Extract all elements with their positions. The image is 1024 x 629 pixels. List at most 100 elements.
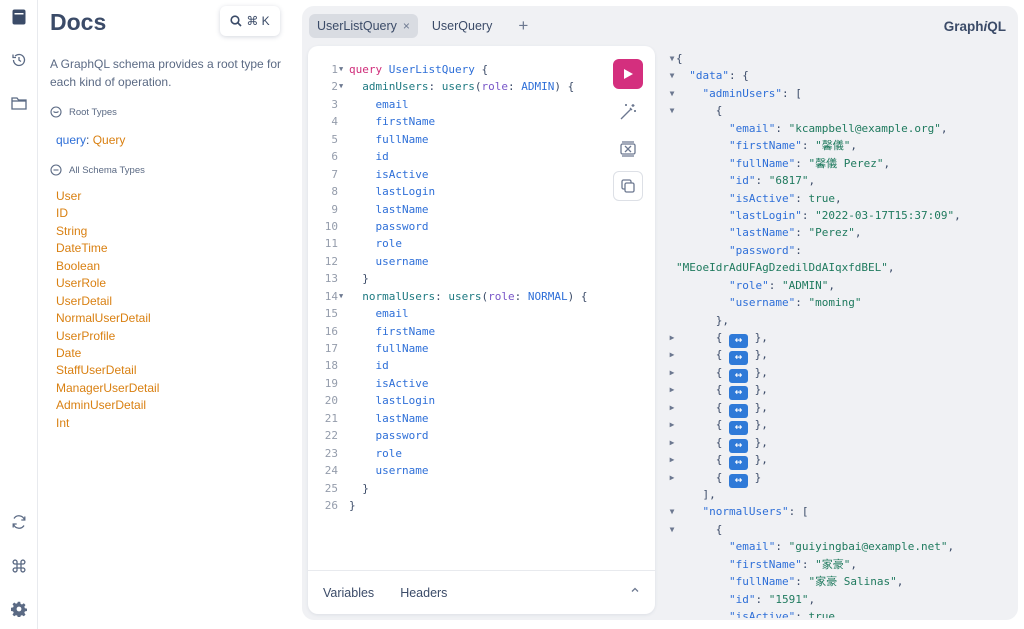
- explorer-icon[interactable]: [0, 90, 38, 116]
- result-text: "lastName": "Perez",: [728, 226, 862, 240]
- docs-icon[interactable]: [0, 4, 38, 30]
- result-line: "isActive": true,: [666, 608, 1018, 618]
- schema-type-link[interactable]: UserRole: [56, 275, 159, 292]
- json-token: "id": [728, 592, 756, 606]
- schema-type-link[interactable]: AdminUserDetail: [56, 397, 159, 414]
- result-text: "fullName": "家豪 Salinas",: [728, 575, 904, 589]
- line-number: 8: [331, 185, 338, 199]
- settings-icon[interactable]: [0, 596, 38, 622]
- schema-type-link[interactable]: NormalUserDetail: [56, 310, 159, 327]
- code-text: lastLogin: [349, 392, 436, 409]
- code-text: email: [349, 96, 409, 113]
- execute-query-button[interactable]: [613, 59, 643, 89]
- json-token: "id": [728, 174, 756, 188]
- schema-type-link[interactable]: Date: [56, 345, 159, 362]
- json-token: "lastName": [728, 226, 796, 240]
- result-text: "id": "1591",: [728, 592, 816, 606]
- prettify-button[interactable]: [613, 97, 643, 127]
- code-token: firstName: [375, 324, 436, 338]
- schema-type-link[interactable]: Boolean: [56, 258, 159, 275]
- json-token: "ADMIN": [781, 278, 829, 292]
- result-line: ▶ { ↔ },: [666, 329, 1018, 348]
- result-line: "email": "kcampbell@example.org",: [666, 120, 1018, 137]
- result-line: ▶ { ↔ },: [666, 399, 1018, 418]
- line-number: 26: [324, 498, 338, 512]
- code-token: fullName: [375, 342, 429, 355]
- response-viewer[interactable]: ▼{▼ "data": {▼ "adminUsers": [▼ { "email…: [666, 50, 1018, 618]
- merge-fragments-button[interactable]: [613, 134, 643, 164]
- chevron-up-icon[interactable]: [629, 584, 641, 596]
- json-token: "moming": [808, 296, 862, 310]
- schema-type-link[interactable]: ID: [56, 205, 159, 222]
- code-text: }: [349, 480, 369, 497]
- json-token: "fullName": [728, 156, 796, 170]
- code-token: users: [448, 289, 482, 303]
- schema-type-link[interactable]: UserProfile: [56, 328, 159, 345]
- json-token: "6817": [768, 174, 809, 188]
- code-token: adminUsers: [362, 80, 429, 94]
- logo-text-suffix: QL: [987, 19, 1006, 34]
- schema-type-link[interactable]: User: [56, 188, 159, 205]
- schema-type-link[interactable]: DateTime: [56, 240, 159, 257]
- code-token: role: [375, 237, 403, 251]
- code-token: lastName: [375, 202, 429, 216]
- code-token: normalUsers: [362, 289, 436, 303]
- schema-type-link[interactable]: UserDetail: [56, 293, 159, 310]
- code-token: isActive: [375, 376, 429, 390]
- variables-tab[interactable]: Variables: [323, 586, 374, 600]
- line-number: 25: [324, 481, 338, 495]
- result-text: {: [715, 522, 723, 536]
- result-line: "username": "moming": [666, 294, 1018, 311]
- graphiql-logo: GraphiQL: [944, 19, 1006, 34]
- result-line: "email": "guiyingbai@example.net",: [666, 538, 1018, 555]
- result-text: "normalUsers": [: [702, 505, 809, 519]
- docs-search-button[interactable]: ⌘ K: [220, 6, 280, 36]
- tab-userlistquery[interactable]: UserListQuery ×: [309, 14, 418, 38]
- result-line: "lastLogin": "2022-03-17T15:37:09",: [666, 207, 1018, 224]
- result-line: ▶ { ↔ },: [666, 451, 1018, 471]
- json-token: "firstName": [728, 557, 802, 571]
- code-text: isActive: [349, 375, 429, 392]
- code-token: email: [375, 97, 409, 111]
- schema-type-link[interactable]: String: [56, 223, 159, 240]
- tab-userquery[interactable]: UserQuery: [424, 14, 500, 38]
- root-value-link[interactable]: Query: [93, 133, 126, 147]
- result-line: },: [666, 312, 1018, 329]
- docs-title: Docs: [50, 9, 107, 35]
- line-number: 24: [324, 464, 338, 478]
- shortcuts-icon[interactable]: [0, 553, 38, 579]
- schema-type-link[interactable]: ManagerUserDetail: [56, 380, 159, 397]
- schema-type-link[interactable]: Int: [56, 415, 159, 432]
- line-number: 16: [324, 324, 338, 338]
- code-token: }: [362, 272, 369, 286]
- query-editor[interactable]: 1 ▼ query UserListQuery {2 ▼ adminUsers: us…: [308, 46, 655, 614]
- copy-icon: [621, 179, 635, 193]
- history-icon[interactable]: [0, 47, 38, 73]
- headers-tab[interactable]: Headers: [400, 586, 447, 600]
- result-text: { ↔ },: [715, 435, 768, 453]
- json-token: "email": [728, 121, 776, 135]
- root-type-query[interactable]: query: Query: [56, 133, 125, 147]
- code-text: id: [349, 148, 389, 165]
- code-text: role: [349, 235, 403, 252]
- refetch-schema-icon[interactable]: [0, 509, 38, 535]
- line-number: 14: [324, 289, 338, 303]
- line-number: 20: [324, 394, 338, 408]
- copy-query-button[interactable]: [613, 171, 643, 201]
- result-text: ],: [702, 487, 716, 501]
- code-text: }: [349, 497, 356, 514]
- code-text: password: [349, 218, 429, 235]
- result-line: "password":: [666, 242, 1018, 259]
- close-tab-icon[interactable]: ×: [403, 19, 410, 33]
- result-line: ▶ { ↔ },: [666, 434, 1018, 453]
- schema-type-link[interactable]: StaffUserDetail: [56, 362, 159, 379]
- result-text: "password":: [728, 243, 802, 257]
- add-tab-button[interactable]: +: [518, 16, 528, 36]
- result-line: "firstName": "馨儀",: [666, 137, 1018, 154]
- result-line: "isActive": true,: [666, 190, 1018, 207]
- code-token: role: [481, 80, 508, 94]
- code-token: username: [375, 254, 429, 268]
- result-text: "role": "ADMIN",: [728, 278, 835, 292]
- code-token: fullName: [375, 132, 429, 146]
- code-text: fullName: [349, 340, 429, 357]
